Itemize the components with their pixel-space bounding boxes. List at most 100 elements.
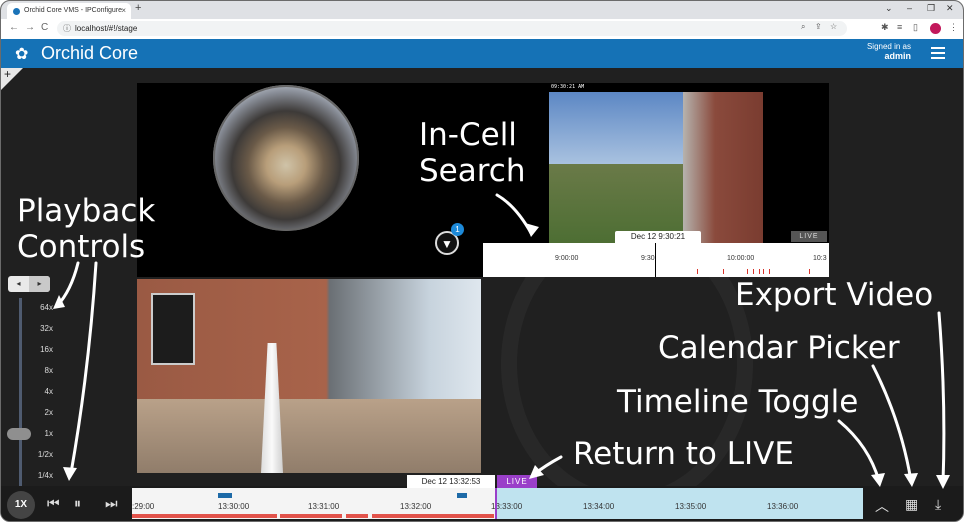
annotation-calendar-picker: Calendar Picker bbox=[658, 330, 900, 366]
skip-forward-icon[interactable]: ⏭ bbox=[105, 495, 118, 512]
speed-option[interactable]: 64x bbox=[27, 303, 53, 312]
minimize-icon[interactable]: – bbox=[907, 3, 912, 13]
cell-tick-label: 9:30 bbox=[641, 255, 655, 262]
zoom-icon[interactable]: ⌕ bbox=[801, 22, 805, 32]
address-url[interactable]: localhost/#!/stage bbox=[75, 21, 137, 36]
speed-option[interactable]: 2x bbox=[27, 408, 53, 417]
recording-segment bbox=[346, 514, 368, 518]
tab-close-icon[interactable]: × bbox=[121, 3, 126, 19]
calendar-icon[interactable]: ▦ bbox=[905, 496, 918, 513]
info-icon[interactable]: ⓘ bbox=[63, 23, 71, 34]
annotation-in-cell-search: In-Cell Search bbox=[419, 117, 526, 189]
timeline-tick-label: 13:35:00 bbox=[675, 502, 707, 511]
motion-marker bbox=[809, 269, 810, 274]
app-header: ✿ Orchid Core Signed in as admin bbox=[1, 39, 963, 68]
cell-timeline-date: Dec 12 9:30:21 bbox=[615, 231, 701, 243]
recording-segment bbox=[280, 514, 342, 518]
more-menu-icon[interactable]: ⋮ bbox=[949, 22, 958, 33]
orchid-logo-icon: ✿ bbox=[15, 46, 29, 63]
search-count-badge: 1 bbox=[451, 223, 464, 236]
speed-option[interactable]: 32x bbox=[27, 324, 53, 333]
camera-cell-patio[interactable] bbox=[137, 279, 481, 473]
timeline-tick-label: 13:30:00 bbox=[218, 502, 250, 511]
main-timeline[interactable]: :29:00 13:30:00 13:31:00 13:32:00 13:33:… bbox=[132, 488, 863, 519]
recording-segment bbox=[132, 514, 277, 518]
speed-step-buttons: ◂ ▸ bbox=[8, 276, 50, 292]
speed-option[interactable]: 4x bbox=[27, 387, 53, 396]
cell-timeline[interactable]: Dec 12 9:30:21 9:00:00 9:30 10:00:00 10:… bbox=[483, 231, 829, 277]
profile-avatar[interactable] bbox=[930, 23, 941, 34]
motion-marker bbox=[763, 269, 764, 274]
export-download-icon[interactable]: ⤓ bbox=[935, 496, 941, 513]
bookmark-star-icon[interactable]: ☆ bbox=[830, 22, 837, 31]
timeline-cursor[interactable] bbox=[495, 488, 497, 519]
plus-icon[interactable]: + bbox=[4, 67, 11, 81]
share-icon[interactable]: ⇪ bbox=[815, 22, 822, 31]
brand-title: Orchid Core bbox=[41, 43, 139, 63]
speed-option[interactable]: 1/4x bbox=[27, 471, 53, 480]
motion-marker bbox=[753, 269, 754, 274]
playback-bar: 1X ⏮ ⏸ ⏭ :29:00 13:30:00 13:31:00 13:32:… bbox=[1, 475, 963, 521]
extensions-icon[interactable]: ✱ bbox=[881, 22, 889, 33]
motion-marker bbox=[759, 269, 760, 274]
speed-toggle-button[interactable]: 1X bbox=[7, 491, 35, 519]
timeline-tick-label: 13:31:00 bbox=[308, 502, 340, 511]
timeline-date: Dec 12 13:32:53 bbox=[407, 475, 495, 488]
motion-marker bbox=[723, 269, 724, 274]
skip-back-icon[interactable]: ⏮ bbox=[47, 495, 60, 512]
reading-list-icon[interactable]: ≡ bbox=[897, 22, 902, 32]
event-marker[interactable] bbox=[457, 493, 467, 498]
username: admin bbox=[884, 51, 911, 61]
annotation-export-video: Export Video bbox=[735, 277, 934, 313]
hamburger-menu-icon[interactable] bbox=[931, 44, 945, 62]
annotation-return-to-live: Return to LIVE bbox=[573, 436, 794, 472]
speed-option[interactable]: 8x bbox=[27, 366, 53, 375]
new-tab-button[interactable]: + bbox=[135, 2, 141, 14]
cell-tick-label: 10:3 bbox=[813, 255, 827, 262]
cell-timeline-cursor[interactable] bbox=[655, 243, 656, 277]
recording-segment bbox=[372, 514, 494, 518]
restore-icon[interactable]: ❐ bbox=[927, 3, 935, 14]
pause-icon[interactable]: ⏸ bbox=[74, 495, 81, 512]
annotation-playback-controls: Playback Controls bbox=[17, 193, 156, 265]
back-icon[interactable]: ← bbox=[9, 22, 19, 33]
timeline-tick-label: 13:34:00 bbox=[583, 502, 615, 511]
camera-video bbox=[137, 279, 481, 473]
timeline-tick-label: :29:00 bbox=[132, 502, 155, 511]
signed-in-label: Signed in as bbox=[866, 42, 911, 51]
signed-in-info: Signed in as admin bbox=[859, 42, 911, 61]
speed-slider-track[interactable] bbox=[19, 298, 22, 486]
cell-tick-label: 10:00:00 bbox=[727, 255, 755, 262]
camera-timestamp: 09:30:21 AM bbox=[551, 84, 585, 90]
chevron-down-icon[interactable]: ⌄ bbox=[885, 3, 893, 14]
browser-toolbar: ← → C ⓘ localhost/#!/stage ⌕ ⇪ ☆ ✱ ≡ ▯ ⋮ bbox=[1, 19, 963, 40]
playback-speed-rail: ◂ ▸ 64x 32x 16x 8x 4x 2x 1x 1/2x 1/4x bbox=[1, 274, 57, 486]
app-window: Orchid Core VMS - IPConfigure × + ⌄ – ❐ … bbox=[0, 0, 964, 522]
tab-title: Orchid Core VMS - IPConfigure bbox=[24, 7, 123, 14]
address-bar[interactable]: ⓘ localhost/#!/stage ⌕ ⇪ ☆ bbox=[57, 21, 847, 36]
speed-slider-knob[interactable] bbox=[7, 428, 31, 440]
cell-tick-label: 9:00:00 bbox=[555, 255, 579, 262]
camera-cell-outdoor[interactable]: 09:30:21 AM LIVE Dec 12 9:30:21 9:00:00 … bbox=[483, 83, 829, 277]
timeline-toggle-icon[interactable]: ︿ bbox=[875, 496, 889, 516]
cell-live-badge[interactable]: LIVE bbox=[791, 231, 827, 242]
side-panel-icon[interactable]: ▯ bbox=[913, 22, 918, 33]
close-window-icon[interactable]: ✕ bbox=[946, 3, 954, 14]
speed-next-button[interactable]: ▸ bbox=[29, 276, 50, 292]
speed-option[interactable]: 16x bbox=[27, 345, 53, 354]
browser-tab-bar: Orchid Core VMS - IPConfigure × + ⌄ – ❐ … bbox=[1, 1, 963, 19]
speed-previous-button[interactable]: ◂ bbox=[8, 276, 29, 292]
motion-marker bbox=[769, 269, 770, 274]
reload-icon[interactable]: C bbox=[41, 22, 48, 33]
fisheye-image bbox=[213, 85, 359, 231]
browser-tab[interactable]: Orchid Core VMS - IPConfigure × bbox=[7, 3, 131, 19]
motion-marker bbox=[747, 269, 748, 274]
event-marker[interactable] bbox=[218, 493, 232, 498]
speed-option[interactable]: 1/2x bbox=[27, 450, 53, 459]
timeline-tick-label: 13:32:00 bbox=[400, 502, 432, 511]
forward-icon[interactable]: → bbox=[25, 22, 35, 33]
annotation-timeline-toggle: Timeline Toggle bbox=[617, 384, 859, 420]
timeline-tick-label: 13:36:00 bbox=[767, 502, 799, 511]
motion-marker bbox=[697, 269, 698, 274]
return-to-live-button[interactable]: LIVE bbox=[497, 475, 537, 488]
